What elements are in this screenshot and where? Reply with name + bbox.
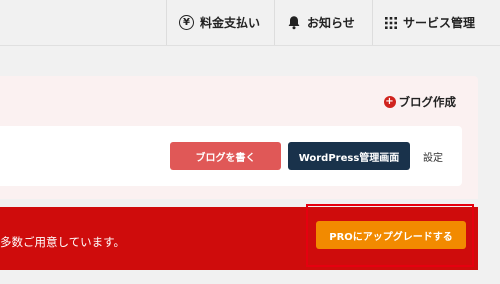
bell-icon	[287, 15, 301, 30]
upgrade-pro-button[interactable]: PROにアップグレードする	[316, 221, 466, 249]
yen-icon: ¥	[179, 15, 194, 30]
create-blog-label: ブログ作成	[398, 95, 457, 109]
plus-circle-icon: +	[383, 96, 396, 108]
nav-notices-label: お知らせ	[307, 16, 355, 30]
nav-notices[interactable]: お知らせ	[274, 0, 372, 45]
nav-service-label: サービス管理	[403, 16, 476, 30]
create-blog-link[interactable]: + ブログ作成	[383, 94, 457, 110]
settings-link[interactable]: 設定	[423, 149, 443, 164]
top-nav: ¥ 料金支払い お知らせ サービス管理	[0, 0, 500, 46]
nav-service-management[interactable]: サービス管理	[372, 0, 500, 45]
blog-card: ブログを書く WordPress管理画面 設定	[0, 126, 462, 186]
blog-panel: + ブログ作成 ブログを書く WordPress管理画面 設定	[0, 76, 478, 199]
nav-payment-label: 料金支払い	[200, 16, 261, 30]
write-blog-button[interactable]: ブログを書く	[170, 142, 281, 170]
wordpress-admin-button[interactable]: WordPress管理画面	[288, 142, 410, 170]
banner-text: 多数ご用意しています。	[0, 235, 126, 249]
nav-payment[interactable]: ¥ 料金支払い	[166, 0, 274, 45]
grid-icon	[385, 16, 397, 29]
